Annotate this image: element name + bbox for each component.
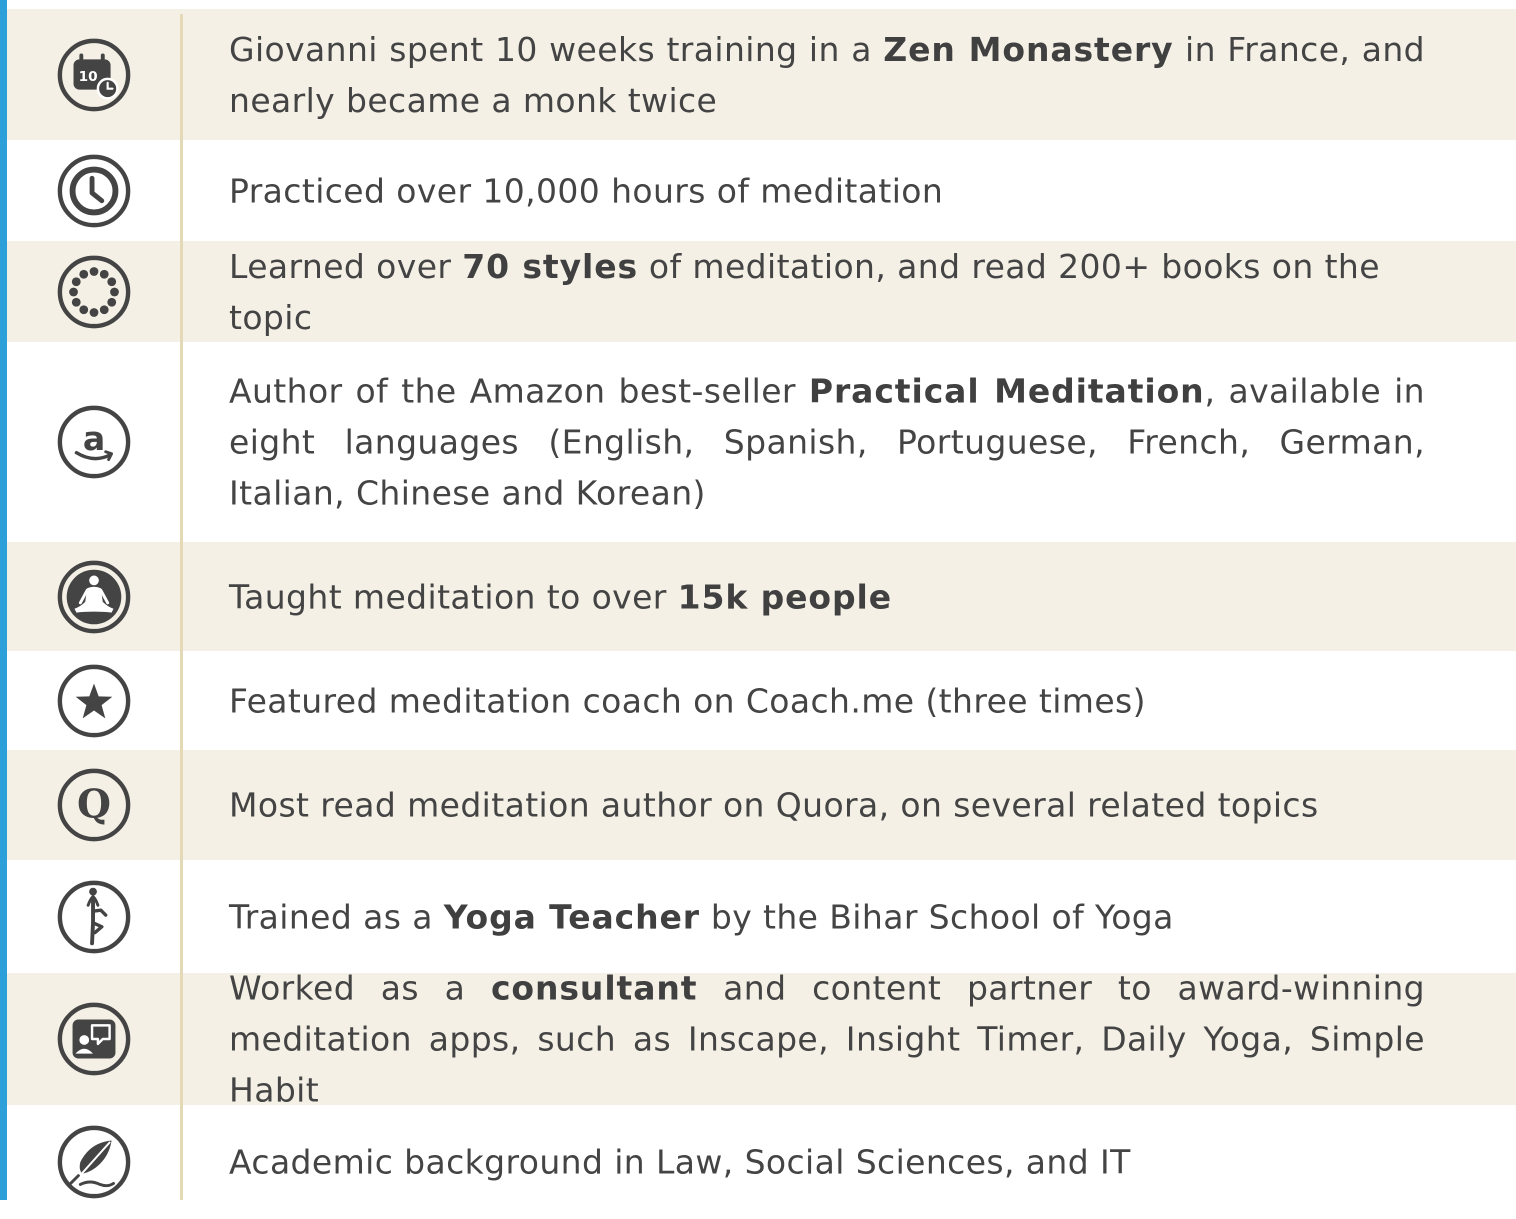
item-text: Practiced over 10,000 hours of meditatio… bbox=[229, 171, 944, 210]
beads-circle-icon bbox=[7, 241, 181, 342]
left-accent-bar bbox=[0, 0, 7, 1200]
item-text: Giovanni spent 10 weeks training in a Ze… bbox=[229, 29, 1425, 120]
list-item: Academic background in Law, Social Scien… bbox=[7, 1105, 1516, 1219]
column-divider bbox=[180, 14, 183, 1200]
quora-icon: Q bbox=[7, 750, 181, 860]
item-text: Worked as a consultant and content partn… bbox=[229, 968, 1426, 1110]
svg-text:10: 10 bbox=[79, 68, 98, 84]
amazon-icon: a bbox=[7, 342, 181, 542]
svg-text:Q: Q bbox=[77, 782, 111, 828]
top-gap bbox=[7, 0, 1516, 9]
item-text: Most read meditation author on Quora, on… bbox=[229, 785, 1319, 825]
list-item: Trained as a Yoga Teacher by the Bihar S… bbox=[7, 860, 1516, 973]
list-item: a Author of the Amazon best-seller Pract… bbox=[7, 342, 1516, 542]
list-item: Taught meditation to over 15k people bbox=[7, 542, 1516, 651]
list-item: Featured meditation coach on Coach.me (t… bbox=[7, 651, 1516, 750]
list-item: 10 Giovanni spent 10 weeks training in a… bbox=[7, 9, 1516, 140]
svg-text:a: a bbox=[83, 419, 105, 458]
star-icon bbox=[7, 651, 181, 750]
quill-pen-icon bbox=[7, 1105, 181, 1219]
list-item: Practiced over 10,000 hours of meditatio… bbox=[7, 140, 1516, 241]
item-text: Academic background in Law, Social Scien… bbox=[229, 1142, 1131, 1182]
list-item: Learned over 70 styles of meditation, an… bbox=[7, 241, 1516, 342]
item-text: Learned over 70 styles of meditation, an… bbox=[229, 246, 1380, 337]
clock-icon bbox=[7, 140, 181, 241]
meditation-figure-icon bbox=[7, 542, 181, 651]
item-text: Taught meditation to over 15k people bbox=[229, 577, 893, 616]
list-item: Q Most read meditation author on Quora, … bbox=[7, 750, 1516, 860]
yoga-pose-icon bbox=[7, 860, 181, 973]
list-item: Worked as a consultant and content partn… bbox=[7, 969, 1516, 1110]
item-text: Featured meditation coach on Coach.me (t… bbox=[229, 681, 1146, 720]
item-text: Author of the Amazon best-seller Practic… bbox=[229, 371, 1425, 513]
calendar-10-icon: 10 bbox=[7, 9, 181, 140]
consultant-chat-icon bbox=[7, 973, 181, 1105]
item-text: Trained as a Yoga Teacher by the Bihar S… bbox=[229, 897, 1174, 936]
